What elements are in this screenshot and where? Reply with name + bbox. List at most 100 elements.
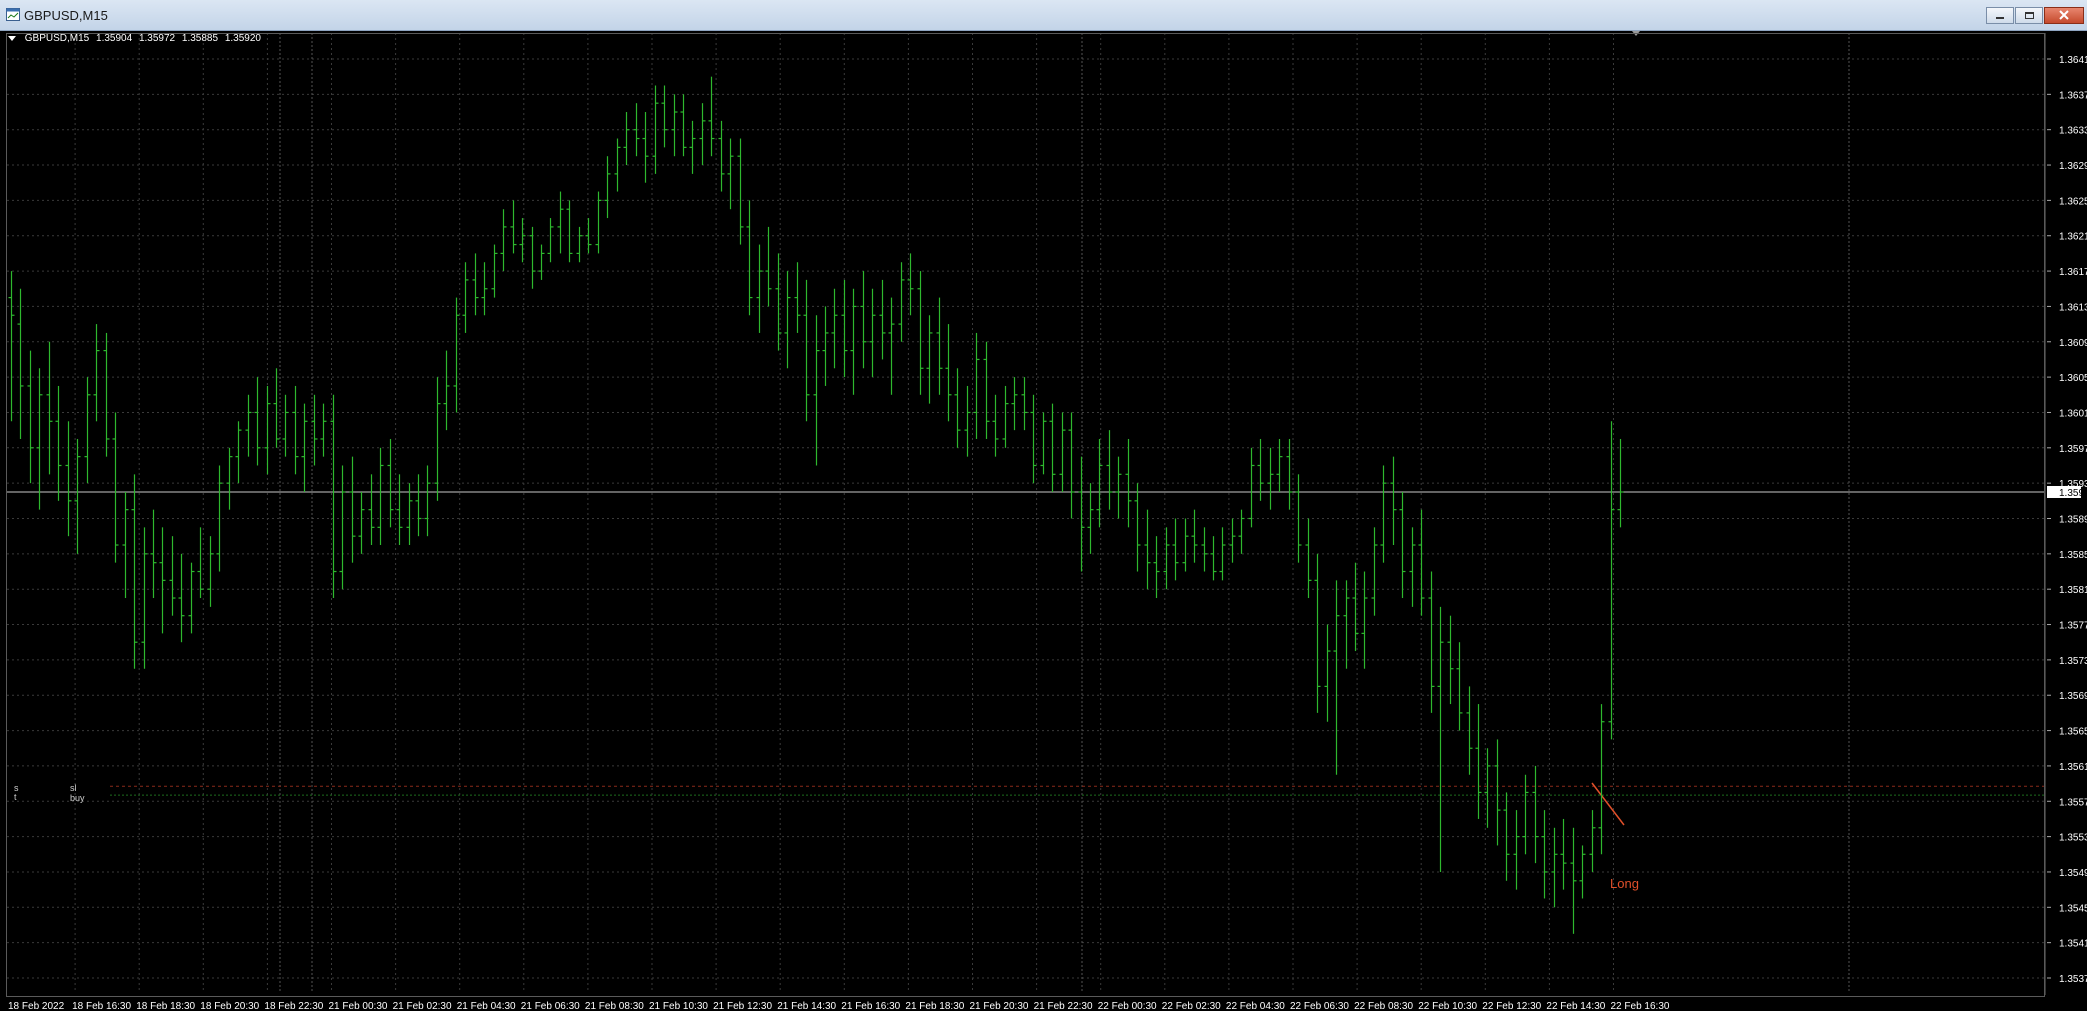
ohlc-bar [1002,385,1009,448]
ohlc-bar [178,553,185,643]
ohlc-bar [150,509,157,599]
time-label: 21 Feb 02:30 [393,1001,452,1011]
price-label: 1.35690 [2059,691,2087,702]
price-chart[interactable]: Long 1.36410 1.36370 1.36330 1.36290 1.36250… [0,31,2087,1011]
ohlc-bar [159,527,166,634]
price-label: 1.36090 [2059,338,2087,349]
ohlc-bar [1361,571,1368,669]
ohlc-bar [822,306,829,386]
time-label: 21 Feb 04:30 [457,1001,516,1011]
ohlc-bar [623,112,630,166]
ohlc-bar [27,350,34,484]
ohlc-bar [1390,456,1397,546]
ohlc-bar [718,120,725,192]
time-label: 22 Feb 10:30 [1418,1001,1477,1011]
ohlc-bar [566,200,573,263]
price-label: 1.35610 [2059,762,2087,773]
price-label: 1.36130 [2059,302,2087,313]
ohlc-bar [1380,465,1387,563]
ohlc-bar [803,279,810,422]
time-label: 22 Feb 08:30 [1354,1001,1413,1011]
ohlc-bar [207,536,214,607]
ohlc-bar [595,191,602,254]
info-open: 1.35904 [96,33,133,44]
ohlc-bar [737,138,744,245]
ohlc-bar [103,332,110,457]
info-low: 1.35885 [181,33,219,44]
price-label: 1.35530 [2059,833,2087,844]
ohlc-bar [831,288,838,369]
minimize-button[interactable] [1986,7,2014,24]
ohlc-bar [396,474,403,546]
ohlc-bar [547,218,554,263]
ohlc-bar [879,279,886,360]
price-label: 1.35570 [2059,797,2087,808]
ohlc-bar [529,226,536,289]
price-label: 1.35370 [2059,974,2087,985]
maximize-icon [2025,12,2034,19]
ohlc-bar [500,209,507,272]
ohlc-bar [462,262,469,333]
ohlc-bar [93,324,100,422]
time-axis: 18 Feb 2022 18 Feb 16:30 18 Feb 18:30 18 Fe… [8,1001,1670,1011]
ohlc-bar [1191,509,1198,563]
time-label: 18 Feb 2022 [8,1001,65,1011]
ohlc-bars [8,76,1624,934]
ohlc-bar [1494,739,1501,846]
ohlc-bar [1532,765,1539,864]
chart-window-icon [6,8,20,21]
ea-left-label[interactable]: s t [14,784,19,802]
ohlc-bar [614,138,621,192]
ohlc-bar [1589,810,1596,872]
chart-menu-triangle-icon[interactable] [8,35,16,41]
ohlc-bar [898,262,905,342]
ohlc-bar [1049,403,1056,492]
ohlc-bar [415,474,422,537]
ohlc-bar [292,385,299,475]
info-high: 1.35972 [138,33,176,44]
ohlc-bar [1598,704,1605,855]
time-label: 21 Feb 08:30 [585,1001,644,1011]
ohlc-bar [443,350,450,431]
ohlc-bar [775,253,782,351]
ohlc-bar [226,447,233,510]
chart-area[interactable]: Long 1.36410 1.36370 1.36330 1.36290 1.36250… [0,31,2087,1011]
window-title-bar[interactable]: GBPUSD,M15 [0,0,2087,31]
close-icon [2059,10,2069,20]
ea-buy-label[interactable]: buy [70,794,85,803]
maximize-button[interactable] [2015,7,2043,24]
ohlc-bar [1560,818,1567,890]
ohlc-bar [746,200,753,316]
info-close: 1.35920 [224,33,261,44]
time-label: 18 Feb 22:30 [264,1001,323,1011]
price-label: 1.36010 [2059,408,2087,419]
ea-sl-label[interactable]: sl [70,784,77,793]
ohlc-bar [1068,412,1075,519]
ohlc-bar [576,226,583,263]
time-label: 21 Feb 12:30 [713,1001,772,1011]
ohlc-bar [245,394,252,457]
ohlc-bar [680,94,687,157]
ohlc-bar [1040,412,1047,475]
ohlc-bar [1305,518,1312,599]
ohlc-bar [708,76,715,157]
ohlc-bar [1021,377,1028,431]
close-button[interactable] [2044,7,2084,24]
ohlc-bar [1210,536,1217,581]
price-label: 1.36050 [2059,373,2087,384]
chart-grid [7,33,2044,993]
ohlc-bar [699,103,706,166]
price-label: 1.35970 [2059,444,2087,455]
time-label: 21 Feb 18:30 [905,1001,964,1011]
chart-info-bar[interactable]: GBPUSD,M15 1.35904 1.35972 1.35885 1.359… [8,33,265,44]
time-label: 21 Feb 16:30 [841,1001,900,1011]
ohlc-bar [55,385,62,501]
ohlc-bar [112,412,119,563]
ohlc-bar [1295,474,1302,563]
current-price-label: 1.35920 [2059,488,2087,499]
ohlc-bar [1238,509,1245,554]
ohlc-bar [1267,447,1274,510]
ohlc-bar [1125,438,1132,528]
ohlc-bar [756,244,763,333]
ohlc-bar [368,474,375,546]
